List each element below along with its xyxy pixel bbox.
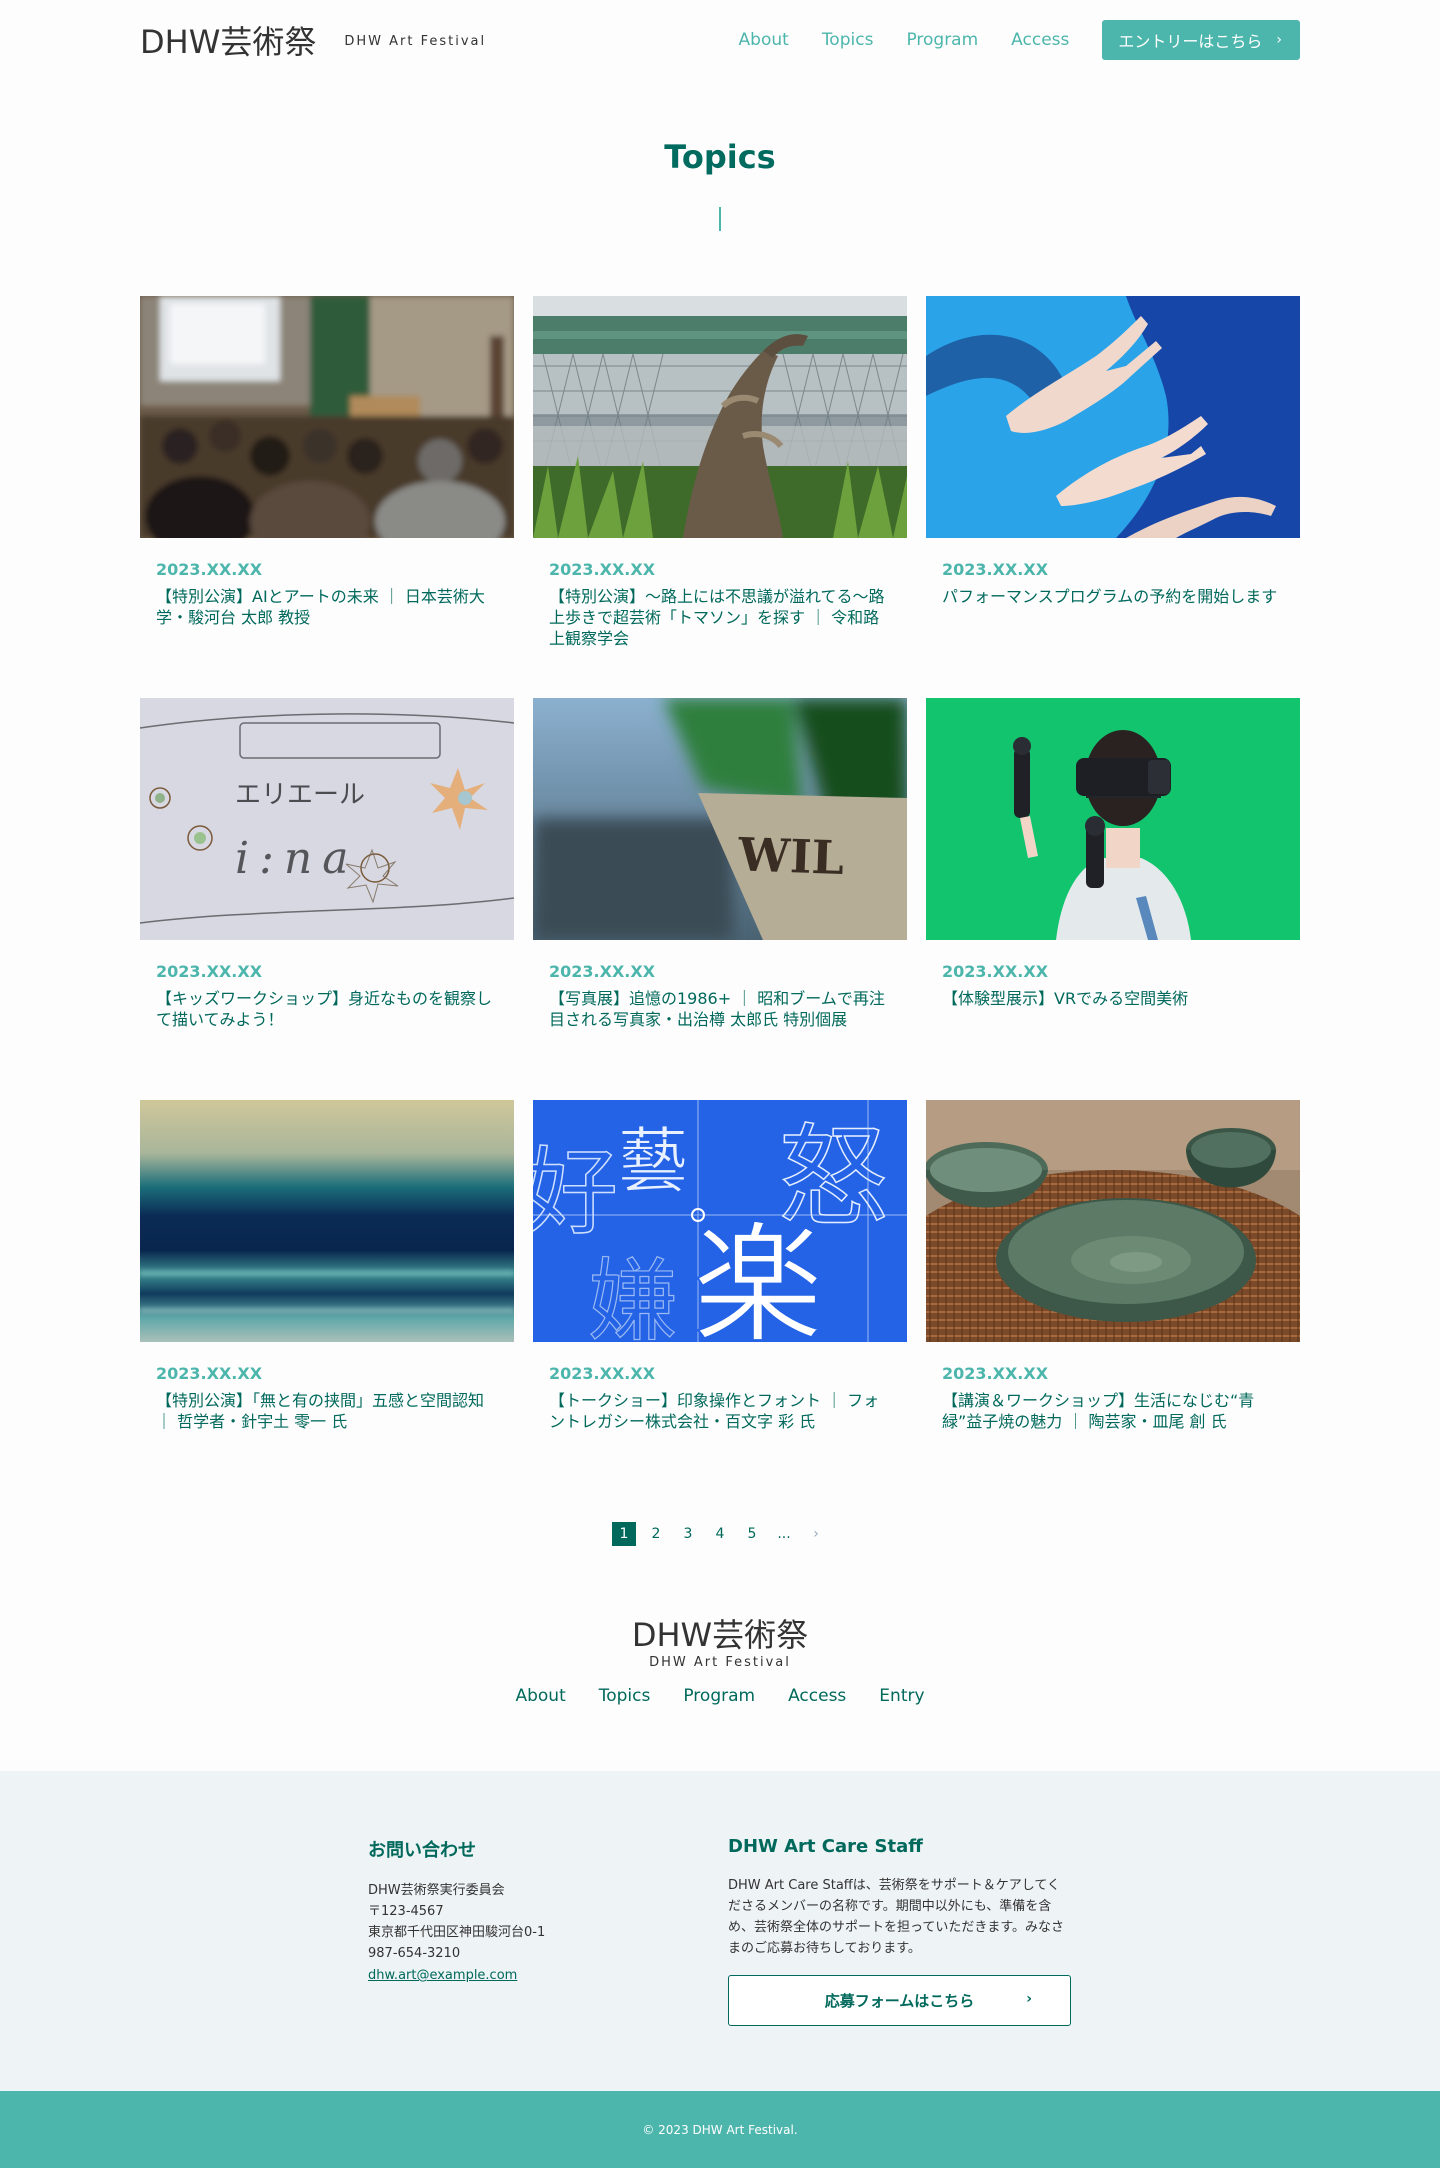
nav-topics[interactable]: Topics xyxy=(822,30,874,50)
info-section: お問い合わせ DHW芸術祭実行委員会 〒123-4567 東京都千代田区神田駿河… xyxy=(0,1771,1440,2091)
page-1[interactable]: 1 xyxy=(612,1522,636,1546)
topic-card[interactable]: 2023.XX.XX 【特別公演】「無と有の挟間」五感と空間認知 ｜ 哲学者・針… xyxy=(140,1100,514,1502)
topic-card[interactable]: エリエール i:na 2023.XX.XX 【キッズワークショップ】身近なものを… xyxy=(140,698,514,1100)
apply-form-button[interactable]: 応募フォームはこちら › xyxy=(728,1975,1071,2026)
topic-title: 【講演＆ワークショップ】生活になじむ“青緑”益子焼の魅力 ｜ 陶芸家・皿尾 創 … xyxy=(942,1391,1255,1431)
topic-card[interactable]: 2023.XX.XX 【体験型展示】VRでみる空間美術 xyxy=(926,698,1300,1100)
topic-date: 2023.XX.XX xyxy=(156,1364,263,1383)
page-2[interactable]: 2 xyxy=(644,1522,668,1546)
pagination: 1 2 3 4 5 ... › xyxy=(0,1522,1440,1546)
topic-title: 【写真展】追憶の1986+ ｜ 昭和ブームで再注目される写真家・出治樽 太郎氏 … xyxy=(549,989,885,1029)
topic-title: 【キッズワークショップ】身近なものを観察して描いてみよう！ xyxy=(156,989,493,1029)
contact-email-link[interactable]: dhw.art@example.com xyxy=(368,1965,517,1986)
topic-image-kanji-poster: 好 嫌 楽 怒 藝 xyxy=(533,1100,907,1342)
footer-brand-name[interactable]: DHW芸術祭 xyxy=(0,1610,1440,1656)
topic-card[interactable]: 2023.XX.XX 【特別公演】AIとアートの未来 ｜ 日本芸術大学・駿河台 … xyxy=(140,296,514,698)
chevron-right-icon: › xyxy=(1026,1991,1032,2007)
contact-org: DHW芸術祭実行委員会 xyxy=(368,1883,505,1898)
entry-button[interactable]: エントリーはこちら › xyxy=(1102,20,1300,60)
nav-access[interactable]: Access xyxy=(1011,30,1069,50)
apply-form-label: 応募フォームはこちら xyxy=(824,1992,975,2010)
page-ellipsis: ... xyxy=(777,1526,791,1542)
topic-date: 2023.XX.XX xyxy=(549,560,656,579)
staff-description: DHW Art Care Staffは、芸術祭をサポート＆ケアしてくださるメンバ… xyxy=(728,1878,1065,1956)
copyright-bar: © 2023 DHW Art Festival. xyxy=(0,2091,1440,2168)
staff-block: DHW Art Care Staff DHW Art Care Staffは、芸… xyxy=(728,1836,1071,2026)
contact-address: 東京都千代田区神田駿河台0-1 xyxy=(368,1925,546,1940)
brand-name: DHW芸術祭 xyxy=(140,23,317,61)
contact-block: お問い合わせ DHW芸術祭実行委員会 〒123-4567 東京都千代田区神田駿河… xyxy=(368,1836,688,1986)
topic-card[interactable]: 2023.XX.XX パフォーマンスプログラムの予約を開始します xyxy=(926,296,1300,698)
topic-date: 2023.XX.XX xyxy=(549,1364,656,1383)
page-5[interactable]: 5 xyxy=(740,1522,764,1546)
topics-grid: 2023.XX.XX 【特別公演】AIとアートの未来 ｜ 日本芸術大学・駿河台 … xyxy=(140,296,1300,1502)
chevron-right-icon: › xyxy=(1276,32,1282,48)
copyright-text: © 2023 DHW Art Festival. xyxy=(642,2122,798,2137)
page-4[interactable]: 4 xyxy=(708,1522,732,1546)
footer-nav-program[interactable]: Program xyxy=(683,1686,755,1706)
topic-date: 2023.XX.XX xyxy=(549,962,656,981)
topic-image-sign: WIL xyxy=(533,698,907,940)
topic-date: 2023.XX.XX xyxy=(942,560,1049,579)
topic-image-vr xyxy=(926,698,1300,940)
brand-logo[interactable]: DHW芸術祭 DHW Art Festival xyxy=(140,17,486,63)
footer-nav-about[interactable]: About xyxy=(515,1686,565,1706)
contact-heading: お問い合わせ xyxy=(368,1840,476,1861)
topic-card[interactable]: WIL 2023.XX.XX 【写真展】追憶の1986+ ｜ 昭和ブームで再注目… xyxy=(533,698,907,1100)
kanji-dislike: 嫌 xyxy=(588,1249,678,1342)
kanji-art: 藝 xyxy=(618,1120,688,1202)
topic-title: パフォーマンスプログラムの予約を開始します xyxy=(942,587,1278,606)
footer-brand-subtitle: DHW Art Festival xyxy=(649,1655,791,1670)
topic-image-lecture xyxy=(140,296,514,538)
nav-program[interactable]: Program xyxy=(906,30,978,50)
topic-title: 【特別公演】「無と有の挟間」五感と空間認知 ｜ 哲学者・針宇土 零一 氏 xyxy=(156,1391,485,1431)
topic-card[interactable]: 2023.XX.XX 【講演＆ワークショップ】生活になじむ“青緑”益子焼の魅力 … xyxy=(926,1100,1300,1502)
entry-button-label: エントリーはこちら xyxy=(1118,32,1263,51)
contact-zip: 〒123-4567 xyxy=(368,1904,444,1919)
topic-date: 2023.XX.XX xyxy=(156,560,263,579)
kids-drawing-caption-top: エリエール xyxy=(235,780,365,810)
sign-text: WIL xyxy=(736,827,844,885)
nav-about[interactable]: About xyxy=(739,30,789,50)
next-page-icon[interactable]: › xyxy=(804,1522,828,1546)
topic-date: 2023.XX.XX xyxy=(156,962,263,981)
contact-phone: 987-654-3210 xyxy=(368,1946,461,1961)
topic-image-hands xyxy=(926,296,1300,538)
topic-title: 【特別公演】AIとアートの未来 ｜ 日本芸術大学・駿河台 太郎 教授 xyxy=(156,587,485,627)
page-title: Topics xyxy=(664,138,776,176)
title-divider xyxy=(719,207,721,231)
page-3[interactable]: 3 xyxy=(676,1522,700,1546)
main-nav: About Topics Program Access エントリーはこちら › xyxy=(706,20,1300,60)
topic-image-tree xyxy=(533,296,907,538)
brand-subtitle: DHW Art Festival xyxy=(344,33,487,49)
topic-title: 【特別公演】〜路上には不思議が溢れてる〜路上歩きで超芸術「トマソン」を探す ｜ … xyxy=(549,587,885,648)
topic-title: 【トークショー】印象操作とフォント ｜ フォントレガシー株式会社・百文字 彩 氏 xyxy=(549,1391,880,1431)
kids-drawing-caption-bottom: i:na xyxy=(235,833,358,884)
kanji-anger: 怒 xyxy=(778,1113,888,1241)
kanji-like: 好 xyxy=(533,1138,618,1248)
footer-nav: About Topics Program Access Entry xyxy=(0,1686,1440,1706)
staff-heading: DHW Art Care Staff xyxy=(728,1836,923,1857)
topic-date: 2023.XX.XX xyxy=(942,962,1049,981)
site-header: DHW芸術祭 DHW Art Festival About Topics Pro… xyxy=(140,0,1300,80)
footer-nav-access[interactable]: Access xyxy=(788,1686,846,1706)
topic-card[interactable]: 好 嫌 楽 怒 藝 2023.XX.XX 【トークショー】印象操作とフォント ｜… xyxy=(533,1100,907,1502)
topic-image-abstract xyxy=(140,1100,514,1342)
footer-nav-topics[interactable]: Topics xyxy=(599,1686,651,1706)
topic-date: 2023.XX.XX xyxy=(942,1364,1049,1383)
topic-card[interactable]: 2023.XX.XX 【特別公演】〜路上には不思議が溢れてる〜路上歩きで超芸術「… xyxy=(533,296,907,698)
topic-title: 【体験型展示】VRでみる空間美術 xyxy=(942,989,1189,1008)
topic-image-pottery xyxy=(926,1100,1300,1342)
topic-image-kids-drawing: エリエール i:na xyxy=(140,698,514,940)
footer-nav-entry[interactable]: Entry xyxy=(879,1686,924,1706)
